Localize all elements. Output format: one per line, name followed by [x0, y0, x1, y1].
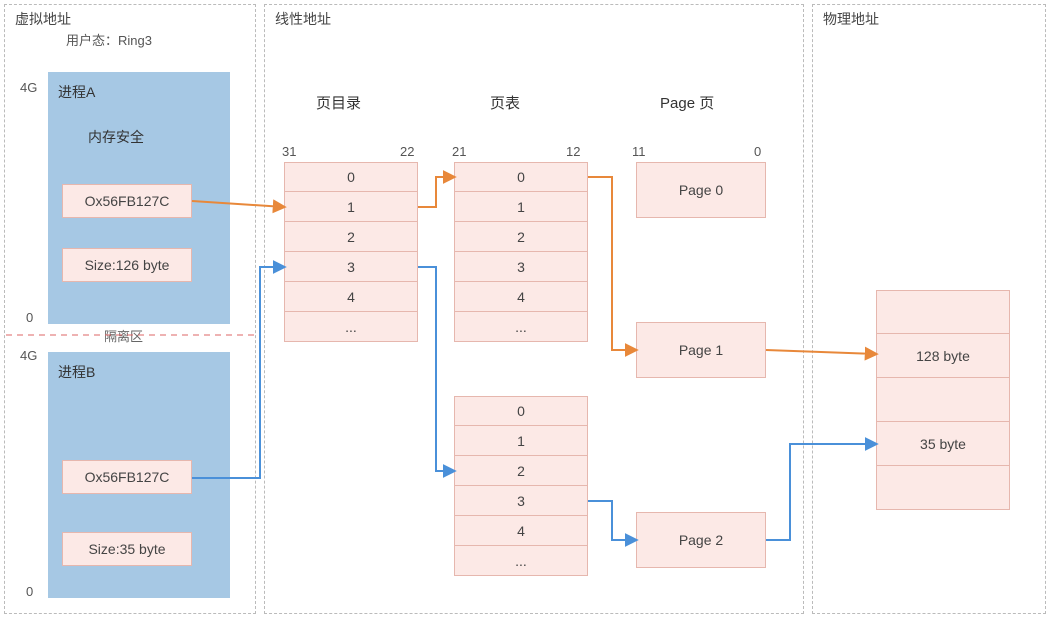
process-b-title: 进程B — [58, 362, 95, 382]
pages-title: Page 页 — [660, 92, 714, 113]
page-dir-row: ... — [284, 312, 418, 342]
procA-bottom-mark: 0 — [26, 310, 33, 325]
table-row: 1 — [454, 426, 588, 456]
page-table2-stack: 0 1 2 3 4 ... — [454, 396, 588, 576]
phys-row — [876, 378, 1010, 422]
table-row: 0 — [454, 396, 588, 426]
table-row: 3 — [454, 486, 588, 516]
section-linear-title: 线性地址 — [275, 9, 331, 29]
phys-row: 128 byte — [876, 334, 1010, 378]
page-dir-bit-lo: 22 — [400, 144, 414, 159]
process-a-box: 进程A 内存安全 Ox56FB127C Size:126 byte — [48, 72, 230, 324]
pages-bit-hi: 11 — [632, 144, 646, 159]
pages-bit-lo: 0 — [754, 144, 761, 159]
page-table-title: 页表 — [490, 92, 520, 113]
process-b-addr: Ox56FB127C — [62, 460, 192, 494]
section-physical-title: 物理地址 — [823, 9, 879, 29]
table-row: 2 — [454, 222, 588, 252]
process-a-addr: Ox56FB127C — [62, 184, 192, 218]
process-a-subtitle: 内存安全 — [88, 127, 144, 147]
table-row: 3 — [454, 252, 588, 282]
page-dir-row: 4 — [284, 282, 418, 312]
page-dir-bit-hi: 31 — [282, 144, 296, 159]
page-1-box: Page 1 — [636, 322, 766, 378]
page-dir-row: 3 — [284, 252, 418, 282]
page-2-box: Page 2 — [636, 512, 766, 568]
section-virtual-title: 虚拟地址 — [15, 9, 71, 29]
table-row: 2 — [454, 456, 588, 486]
page-dir-title: 页目录 — [316, 92, 361, 113]
page-table-bit-lo: 12 — [566, 144, 580, 159]
page-dir-row: 2 — [284, 222, 418, 252]
user-mode-label: 用户态：Ring3 — [66, 30, 152, 49]
isolation-label: 隔离区 — [100, 326, 147, 345]
process-b-size: Size:35 byte — [62, 532, 192, 566]
page-table-bit-hi: 21 — [452, 144, 466, 159]
phys-row: 35 byte — [876, 422, 1010, 466]
table-row: 4 — [454, 516, 588, 546]
page-dir-row: 1 — [284, 192, 418, 222]
procB-top-mark: 4G — [20, 348, 37, 363]
table-row: 4 — [454, 282, 588, 312]
physical-stack: 128 byte 35 byte — [876, 290, 1010, 510]
phys-row — [876, 466, 1010, 510]
process-a-title: 进程A — [58, 82, 95, 102]
table-row: 0 — [454, 162, 588, 192]
procA-top-mark: 4G — [20, 80, 37, 95]
page-table1-stack: 0 1 2 3 4 ... — [454, 162, 588, 342]
process-a-size: Size:126 byte — [62, 248, 192, 282]
procB-bottom-mark: 0 — [26, 584, 33, 599]
process-b-box: 进程B Ox56FB127C Size:35 byte — [48, 352, 230, 598]
page-dir-stack: 0 1 2 3 4 ... — [284, 162, 418, 342]
table-row: 1 — [454, 192, 588, 222]
table-row: ... — [454, 546, 588, 576]
page-dir-row: 0 — [284, 162, 418, 192]
page-0-box: Page 0 — [636, 162, 766, 218]
table-row: ... — [454, 312, 588, 342]
phys-row — [876, 290, 1010, 334]
